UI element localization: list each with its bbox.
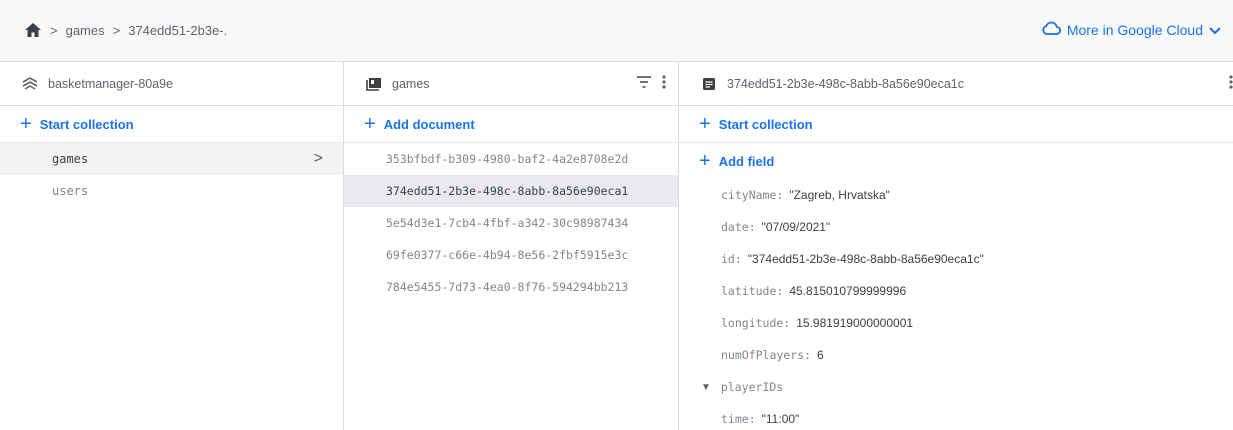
document-panel: 374edd51-2b3e-498c-8abb-8a56e90eca1c + S… bbox=[679, 62, 1233, 430]
field-key: cityName bbox=[721, 188, 777, 202]
more-in-google-cloud-button[interactable]: More in Google Cloud bbox=[1041, 21, 1221, 38]
add-document-button[interactable]: + Add document bbox=[344, 106, 678, 143]
start-collection-label: Start collection bbox=[39, 116, 134, 132]
field-value: "374edd51-2b3e-498c-8abb-8a56e90eca1c" bbox=[747, 252, 984, 266]
start-collection-button[interactable]: + Start collection bbox=[0, 106, 343, 143]
document-item-selected[interactable]: 374edd51-2b3e-498c-8abb-8a56e90eca1 bbox=[344, 175, 678, 207]
firestore-root-icon bbox=[22, 76, 38, 92]
plus-icon: + bbox=[699, 113, 711, 135]
field-row[interactable]: id: "374edd51-2b3e-498c-8abb-8a56e90eca1… bbox=[679, 243, 1233, 275]
collection-icon bbox=[366, 76, 382, 92]
start-collection-label: Start collection bbox=[718, 116, 813, 132]
collection-panel-header: games bbox=[344, 62, 678, 106]
field-row[interactable]: date: "07/09/2021" bbox=[679, 211, 1233, 243]
top-bar: > games > 374edd51-2b3e-. More in Google… bbox=[0, 0, 1233, 62]
document-item[interactable]: 69fe0377-c66e-4b94-8e56-2fbf5915e3c bbox=[344, 239, 678, 271]
field-key: numOfPlayers bbox=[721, 348, 805, 362]
chevron-right-icon: > bbox=[313, 150, 323, 167]
field-row[interactable]: longitude: 15.981919000000001 bbox=[679, 307, 1233, 339]
field-value: 45.815010799999996 bbox=[789, 284, 907, 298]
document-icon bbox=[701, 76, 717, 92]
field-value: "11:00" bbox=[761, 412, 800, 426]
filter-icon[interactable] bbox=[636, 76, 652, 91]
add-field-label: Add field bbox=[718, 153, 775, 169]
document-panel-header: 374edd51-2b3e-498c-8abb-8a56e90eca1c bbox=[679, 62, 1233, 106]
field-value: "Zagreb, Hrvatska" bbox=[789, 188, 890, 202]
plus-icon: + bbox=[364, 113, 376, 135]
field-row[interactable]: cityName: "Zagreb, Hrvatska" bbox=[679, 179, 1233, 211]
collection-item-games[interactable]: games > bbox=[0, 143, 343, 175]
chevron-down-icon bbox=[1209, 22, 1221, 38]
plus-icon: + bbox=[699, 150, 711, 172]
collection-item-users[interactable]: users bbox=[0, 175, 343, 207]
more-vert-icon[interactable] bbox=[662, 75, 666, 92]
collection-name: games bbox=[392, 76, 430, 91]
collection-panel: games + Add document 353bfbdf-b309-4980-… bbox=[344, 62, 679, 430]
collection-label: users bbox=[52, 184, 89, 198]
more-in-google-cloud-label: More in Google Cloud bbox=[1066, 21, 1203, 38]
field-row[interactable]: time: "11:00" bbox=[679, 403, 1233, 430]
field-key: id bbox=[721, 252, 735, 266]
chevron-right-icon: > bbox=[50, 22, 58, 38]
root-panel-header: basketmanager-80a9e bbox=[0, 62, 343, 106]
breadcrumb-item-document[interactable]: 374edd51-2b3e-. bbox=[128, 23, 227, 38]
field-key: time bbox=[721, 412, 749, 426]
expand-triangle-icon[interactable]: ▼ bbox=[701, 382, 711, 393]
add-field-button[interactable]: + Add field bbox=[679, 143, 1233, 179]
add-document-label: Add document bbox=[383, 116, 475, 132]
field-value: "07/09/2021" bbox=[761, 220, 831, 234]
collection-label: games bbox=[52, 152, 89, 166]
field-key: latitude bbox=[721, 284, 777, 298]
chevron-right-icon: > bbox=[112, 22, 121, 38]
plus-icon: + bbox=[20, 113, 32, 135]
field-key: date bbox=[721, 220, 749, 234]
breadcrumb-item-games[interactable]: games bbox=[66, 23, 105, 38]
field-row[interactable]: numOfPlayers: 6 bbox=[679, 339, 1233, 371]
breadcrumb: > games > 374edd51-2b3e-. bbox=[24, 22, 227, 38]
field-row-array[interactable]: ▼ playerIDs bbox=[679, 371, 1233, 403]
field-value: 15.981919000000001 bbox=[796, 316, 914, 330]
document-item[interactable]: 353bfbdf-b309-4980-baf2-4a2e8708e2d bbox=[344, 143, 678, 175]
document-id: 374edd51-2b3e-498c-8abb-8a56e90eca1c bbox=[727, 76, 965, 91]
more-vert-icon[interactable] bbox=[1229, 75, 1233, 92]
field-key: playerIDs bbox=[720, 380, 784, 394]
home-icon[interactable] bbox=[24, 22, 42, 38]
document-item[interactable]: 784e5455-7d73-4ea0-8f76-594294bb213 bbox=[344, 271, 678, 303]
start-subcollection-button[interactable]: + Start collection bbox=[679, 106, 1233, 143]
cloud-icon bbox=[1041, 21, 1061, 38]
root-panel: basketmanager-80a9e + Start collection g… bbox=[0, 62, 344, 430]
document-item[interactable]: 5e54d3e1-7cb4-4fbf-a342-30c98987434 bbox=[344, 207, 678, 239]
field-key: longitude bbox=[721, 316, 784, 330]
project-id: basketmanager-80a9e bbox=[48, 76, 174, 91]
field-row[interactable]: latitude: 45.815010799999996 bbox=[679, 275, 1233, 307]
field-value: 6 bbox=[817, 348, 824, 362]
